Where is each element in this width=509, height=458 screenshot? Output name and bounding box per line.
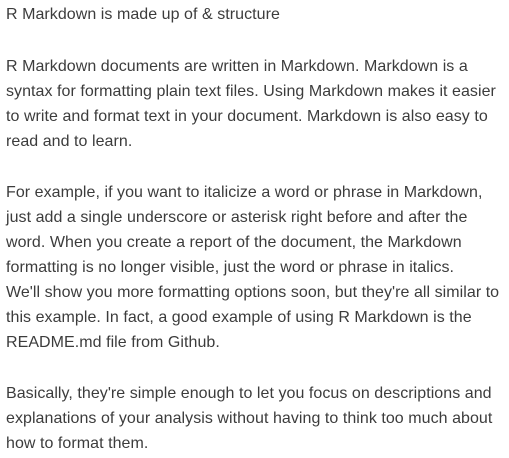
- paragraph-line: how to format them.: [6, 435, 149, 452]
- paragraph-line: just add a single underscore or asterisk…: [6, 209, 468, 226]
- paragraph-line: We'll show you more formatting options s…: [6, 284, 500, 301]
- page-title: R Markdown is made up of & structure: [6, 6, 280, 23]
- paragraph-line: README.md file from Github.: [6, 334, 220, 351]
- paragraph-line: word. When you create a report of the do…: [6, 234, 462, 251]
- document: R Markdown is made up of & structure R M…: [0, 0, 509, 458]
- paragraph-line: syntax for formatting plain text files. …: [6, 83, 496, 100]
- paragraph-line: this example. In fact, a good example of…: [6, 309, 472, 326]
- paragraph-line: R Markdown documents are written in Mark…: [6, 58, 468, 75]
- paragraph-line: explanations of your analysis without ha…: [6, 410, 493, 427]
- paragraph-line: formatting is no longer visible, just th…: [6, 259, 455, 276]
- paragraph-line: For example, if you want to italicize a …: [6, 184, 483, 201]
- paragraph-line: to write and format text in your documen…: [6, 108, 488, 125]
- paragraph-line: Basically, they're simple enough to let …: [6, 385, 492, 402]
- paragraph-line: read and to learn.: [6, 133, 133, 150]
